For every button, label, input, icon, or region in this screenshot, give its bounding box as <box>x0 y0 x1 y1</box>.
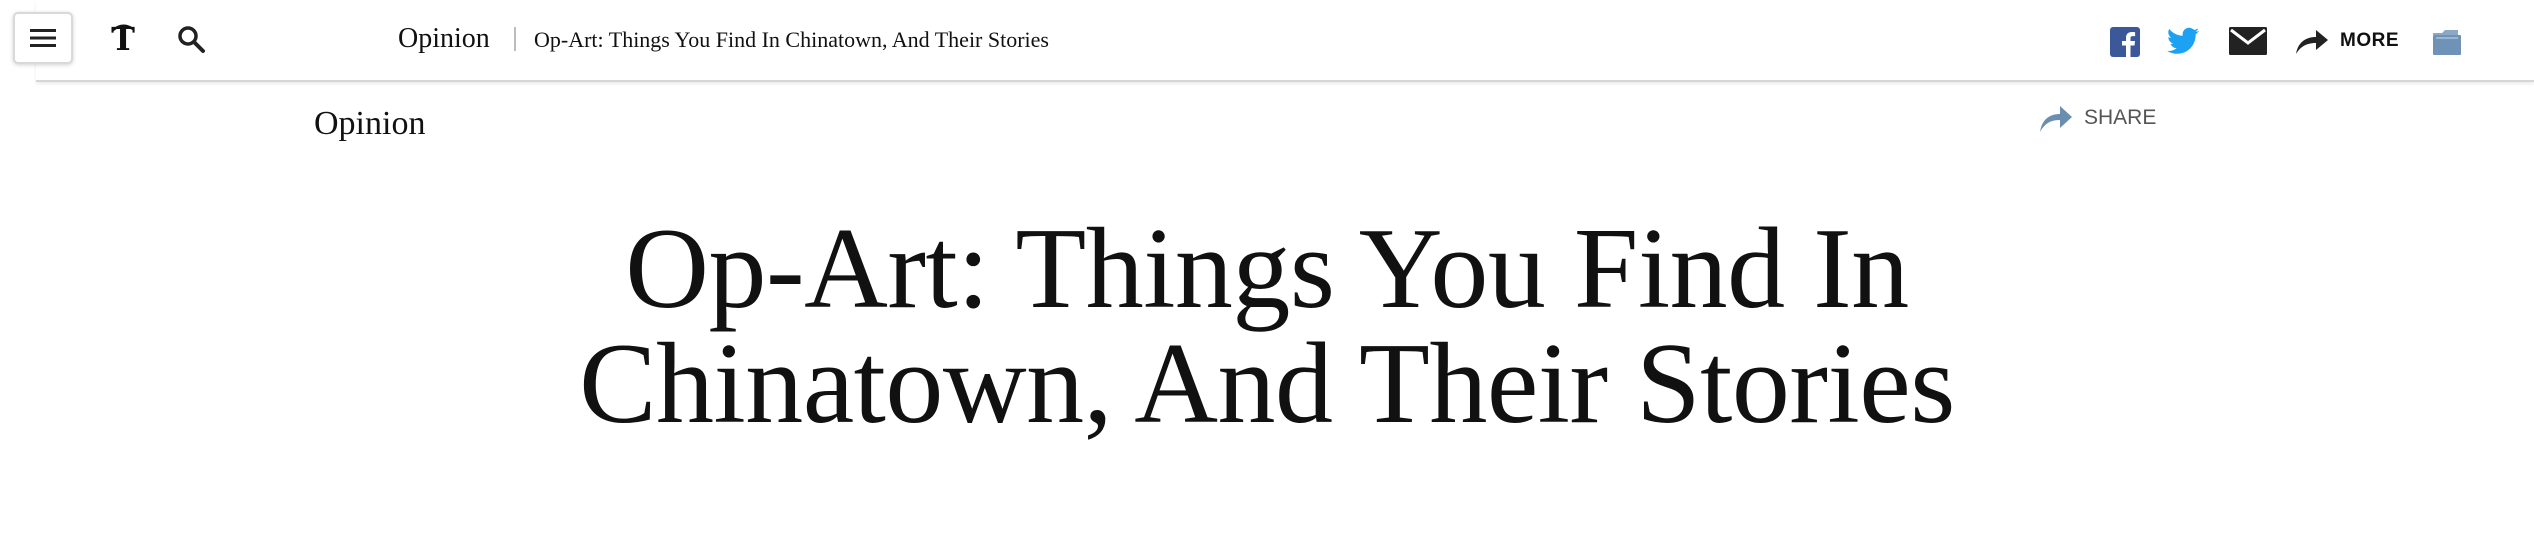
headline-line-2: Chinatown, And Their Stories <box>579 320 1955 448</box>
article-headline: Op-Art: Things You Find In Chinatown, An… <box>0 205 2534 448</box>
section-name-link[interactable]: Opinion <box>398 20 490 58</box>
facebook-icon[interactable] <box>2110 27 2140 57</box>
menu-button[interactable] <box>13 12 73 64</box>
headline-line-1: Op-Art: Things You Find In <box>625 205 1909 333</box>
hamburger-icon <box>30 29 56 47</box>
header-divider <box>514 27 516 51</box>
share-arrow-icon <box>2296 30 2328 54</box>
twitter-icon[interactable] <box>2167 27 2199 55</box>
share-label: SHARE <box>2084 106 2157 129</box>
email-icon[interactable] <box>2229 27 2267 55</box>
header-article-title: Op-Art: Things You Find In Chinatown, An… <box>534 27 1049 52</box>
search-icon[interactable] <box>176 24 206 54</box>
nyt-t-logo-icon[interactable]: T <box>108 20 138 58</box>
folder-icon[interactable] <box>2432 28 2462 56</box>
section-kicker[interactable]: Opinion <box>314 102 425 146</box>
more-label: MORE <box>2340 30 2399 51</box>
share-button[interactable]: SHARE <box>2038 100 2156 136</box>
more-share-button[interactable]: MORE <box>2294 24 2399 58</box>
share-arrow-icon <box>2040 106 2072 132</box>
